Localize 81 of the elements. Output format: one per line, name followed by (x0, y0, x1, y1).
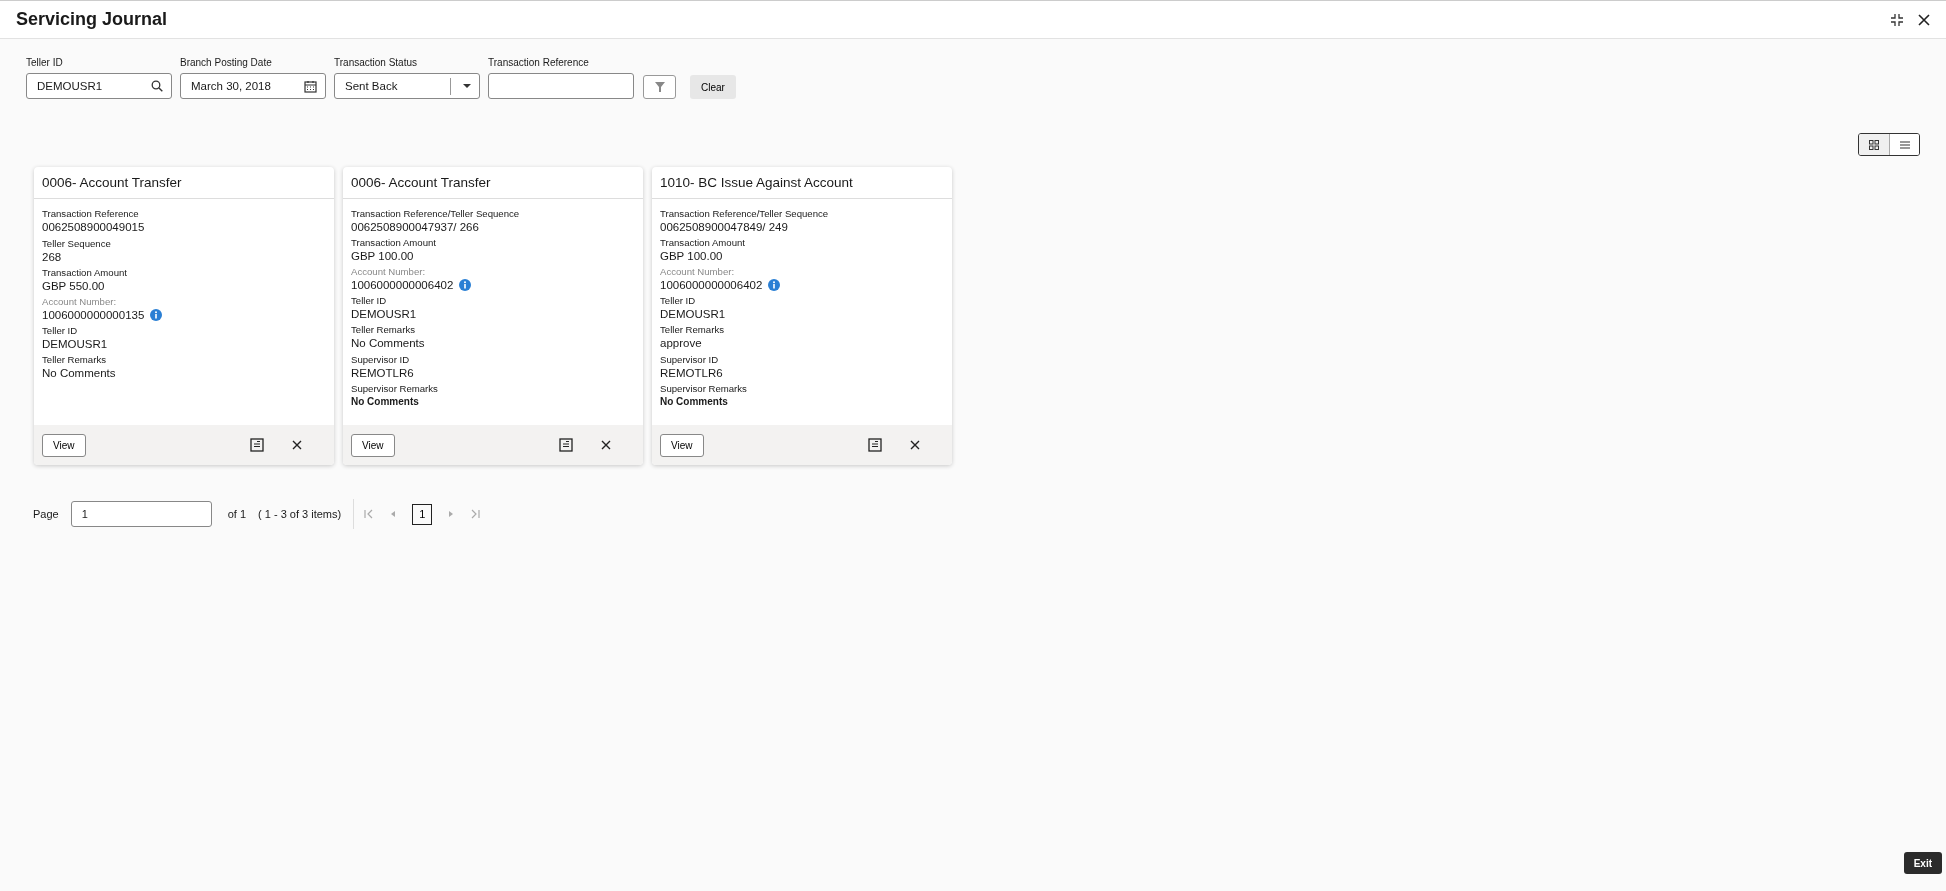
status-dropdown[interactable]: Sent Back (334, 73, 480, 99)
field-value: No Comments (351, 336, 425, 350)
field-value: GBP 100.00 (351, 249, 414, 263)
field-label: Supervisor ID (351, 354, 411, 366)
field-value: No Comments (351, 395, 419, 409)
filter-button[interactable] (643, 75, 676, 99)
field-value: No Comments (42, 366, 116, 380)
field-value: DEMOUSR1 (351, 307, 417, 321)
field-value: 0062508900047937/ 266 (351, 220, 479, 234)
list-icon (1899, 140, 1910, 149)
view-button[interactable]: View (42, 433, 86, 457)
window-title: Servicing Journal (16, 9, 168, 30)
field-value: GBP 100.00 (660, 249, 723, 263)
exit-button[interactable]: Exit (1903, 852, 1942, 874)
view-button[interactable]: View (660, 433, 704, 457)
page-count: of 1 (227, 508, 247, 520)
info-icon[interactable] (459, 279, 472, 291)
clear-button[interactable]: Clear (690, 75, 736, 99)
field-label: Transaction Amount (660, 237, 746, 249)
field-label: Transaction Status (334, 57, 418, 68)
field-label: Branch Posting Date (180, 57, 273, 68)
page-button[interactable]: 1 (412, 503, 433, 525)
info-icon[interactable] (768, 279, 781, 291)
field-label: Supervisor Remarks (660, 383, 748, 395)
info-icon[interactable] (150, 309, 163, 321)
field-label: Teller ID (660, 295, 697, 307)
collapse-icon[interactable] (1890, 12, 1904, 27)
field-value: 1006000000006402 (660, 278, 763, 292)
field-label: Supervisor Remarks (351, 383, 439, 395)
field-value: 1006000000006402 (351, 278, 454, 292)
field-value: REMOTLR6 (351, 366, 414, 380)
field-label: Teller Sequence (42, 238, 112, 250)
close-icon[interactable] (601, 440, 611, 450)
items-summary: ( 1 - 3 of 3 items) (258, 508, 342, 520)
search-field[interactable]: DEMOUSR1 (26, 73, 172, 99)
filter-icon (653, 81, 666, 93)
field-value: 268 (42, 250, 62, 264)
document-icon[interactable] (868, 438, 882, 452)
field-label: Supervisor ID (660, 354, 720, 366)
date-field[interactable]: March 30, 2018 (180, 73, 326, 99)
document-icon[interactable] (559, 438, 573, 452)
field-label: Teller ID (42, 325, 79, 337)
search-icon[interactable] (151, 80, 163, 92)
field-label: Transaction Amount (351, 237, 437, 249)
grid-icon (1869, 139, 1879, 150)
field-label: Teller Remarks (351, 324, 416, 336)
field-value: 0062508900047849/ 249 (660, 220, 788, 234)
field-label: Transaction Reference/Teller Sequence (351, 208, 521, 220)
field-value: No Comments (660, 395, 728, 409)
field-label: Transaction Reference (488, 57, 590, 68)
document-icon[interactable] (250, 438, 264, 452)
field-label: Teller Remarks (42, 354, 107, 366)
field-label: Account Number: (660, 266, 736, 278)
caret-icon[interactable] (463, 83, 471, 89)
grid-view-button[interactable] (1859, 134, 1889, 155)
card-title: 0006- Account Transfer (351, 175, 491, 190)
field-value: 1006000000000135 (42, 308, 145, 322)
card-title: 0006- Account Transfer (42, 175, 182, 190)
page-field[interactable]: 1 (70, 501, 212, 527)
field-label: Teller Remarks (660, 324, 725, 336)
field-value: approve (660, 336, 702, 350)
field-label: Account Number: (42, 296, 118, 308)
close-icon[interactable] (292, 440, 302, 450)
field-value: 0062508900049015 (42, 220, 145, 234)
field-label: Transaction Amount (42, 267, 128, 279)
close-icon[interactable] (910, 440, 920, 450)
view-button[interactable]: View (351, 433, 395, 457)
close-icon[interactable] (1918, 13, 1930, 26)
card-title: 1010- BC Issue Against Account (660, 175, 853, 190)
field-label: Transaction Reference (42, 208, 140, 220)
page-label: Page (33, 508, 59, 520)
calendar-icon[interactable] (304, 79, 317, 93)
field-label: Teller ID (26, 57, 64, 68)
field-value: DEMOUSR1 (660, 307, 726, 321)
field-label: Transaction Reference/Teller Sequence (660, 208, 830, 220)
field-label: Account Number: (351, 266, 427, 278)
field-value: GBP 550.00 (42, 279, 105, 293)
field-value: REMOTLR6 (660, 366, 723, 380)
field-value: DEMOUSR1 (42, 337, 108, 351)
input-field[interactable] (488, 73, 634, 99)
field-label: Teller ID (351, 295, 388, 307)
